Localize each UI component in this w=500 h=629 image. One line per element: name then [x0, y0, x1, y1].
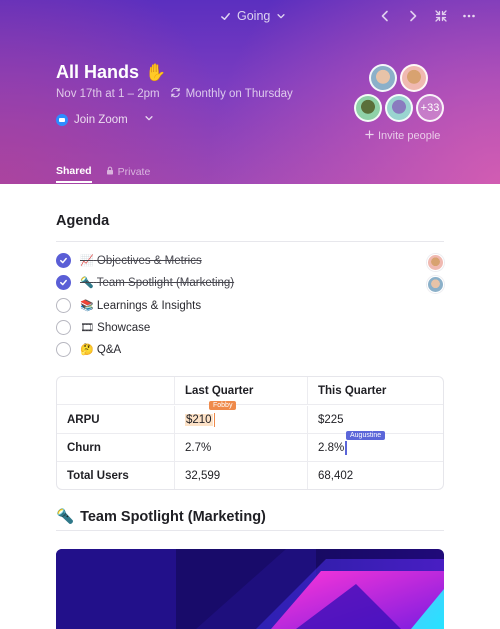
agenda-heading: Agenda	[56, 213, 110, 229]
table-cell[interactable]: Total Users	[57, 462, 175, 489]
spotlight-heading-text: Team Spotlight (Marketing)	[80, 508, 266, 525]
event-header: Going All Hands ✋ Nov 17th at 1 – 2pm Mo…	[0, 0, 500, 184]
attendee-avatar[interactable]	[369, 64, 397, 92]
table-cell[interactable]: 32,599	[175, 462, 308, 489]
recurrence-label: Monthly on Thursday	[185, 88, 293, 100]
table-cell[interactable]: $210 Fobby	[175, 401, 308, 433]
list-item: 📚 Learnings & Insights	[56, 298, 201, 313]
list-item: 🔦 Team Spotlight (Marketing)	[56, 275, 234, 290]
agenda-item-text: Q&A	[96, 344, 122, 356]
zoom-icon	[56, 113, 68, 126]
chevron-right-icon[interactable]	[406, 9, 420, 23]
thinking-emoji: 🤔	[80, 344, 94, 356]
table-cell[interactable]: 2.8% Augustine	[308, 431, 443, 461]
divider	[56, 241, 444, 242]
check-icon	[220, 11, 231, 22]
cell-value: $210	[185, 413, 213, 426]
agenda-item-text: Team Spotlight (Marketing)	[96, 277, 235, 289]
raised-hand-emoji: ✋	[145, 62, 167, 82]
recurrence[interactable]: Monthly on Thursday	[170, 87, 293, 101]
agenda-item-text: Learnings & Insights	[96, 300, 202, 312]
repeat-icon	[170, 87, 181, 101]
flashlight-emoji: 🔦	[56, 509, 75, 525]
checkbox[interactable]	[56, 253, 71, 268]
text-cursor	[213, 412, 216, 427]
metrics-table: Last Quarter This Quarter ARPU $210 Fobb…	[56, 376, 444, 490]
list-item: 📈 Objectives & Metrics	[56, 253, 202, 268]
attendee-avatar[interactable]	[354, 94, 382, 122]
assignee-avatar[interactable]	[427, 254, 444, 271]
attendee-avatar[interactable]	[400, 64, 428, 92]
table-cell[interactable]: $225	[308, 406, 443, 433]
table-row: Churn 2.7% 2.8% Augustine	[57, 431, 443, 462]
flashlight-emoji: 🔦	[80, 277, 94, 289]
list-item: 🤔 Q&A	[56, 342, 121, 357]
event-datetime: Nov 17th at 1 – 2pm	[56, 88, 160, 100]
plus-icon	[365, 130, 374, 142]
event-title: All Hands	[56, 62, 140, 82]
invite-people-button[interactable]: Invite people	[365, 130, 440, 142]
collapse-icon[interactable]	[434, 9, 448, 23]
agenda-item-text: Showcase	[97, 322, 151, 334]
cell-value: 2.8%	[318, 441, 345, 454]
table-header-cell[interactable]: Last Quarter	[175, 377, 308, 404]
agenda-item-label: 🎞 Showcase	[80, 321, 150, 334]
tab-shared[interactable]: Shared	[56, 161, 92, 183]
chevron-left-icon[interactable]	[378, 9, 392, 23]
top-bar: Going	[0, 0, 500, 34]
assignee-avatar[interactable]	[427, 276, 444, 293]
collaborator-cursor-label: Fobby	[209, 401, 237, 410]
notes-tabs: Shared Private	[56, 161, 150, 183]
collaborator-cursor-label: Augustine	[346, 431, 386, 440]
rsvp-status-label: Going	[237, 9, 271, 23]
agenda-item-label: 📈 Objectives & Metrics	[80, 254, 202, 267]
attendee-avatar[interactable]	[385, 94, 413, 122]
table-cell[interactable]: 2.7%	[175, 434, 308, 461]
checkbox[interactable]	[56, 342, 71, 357]
abstract-gradient-art	[56, 549, 444, 629]
event-title-row: All Hands ✋	[56, 62, 166, 83]
tab-label: Private	[117, 166, 151, 178]
checkbox[interactable]	[56, 320, 71, 335]
table-row: Total Users 32,599 68,402	[57, 462, 443, 489]
agenda-item-label: 📚 Learnings & Insights	[80, 299, 201, 312]
event-meta: Nov 17th at 1 – 2pm Monthly on Thursday	[56, 87, 293, 101]
spotlight-banner-image	[56, 549, 444, 629]
table-header-cell[interactable]	[57, 377, 175, 404]
table-cell[interactable]: ARPU	[57, 406, 175, 433]
spotlight-heading: 🔦 Team Spotlight (Marketing)	[56, 508, 266, 526]
window-controls	[378, 9, 476, 23]
table-cell[interactable]: 68,402	[308, 462, 443, 489]
rsvp-status-dropdown[interactable]: Going	[220, 9, 286, 23]
chevron-down-icon[interactable]	[144, 113, 154, 126]
join-zoom-button[interactable]: Join Zoom	[56, 113, 154, 126]
table-header-row: Last Quarter This Quarter	[57, 377, 443, 405]
table-cell[interactable]: Churn	[57, 434, 175, 461]
chevron-down-icon	[276, 11, 286, 21]
invite-people-label: Invite people	[378, 130, 441, 142]
books-emoji: 📚	[80, 300, 94, 312]
film-emoji: 🎞	[80, 322, 94, 334]
agenda-item-text: Objectives & Metrics	[96, 255, 202, 267]
lock-icon	[106, 166, 114, 178]
checkbox[interactable]	[56, 298, 71, 313]
agenda-item-label: 🔦 Team Spotlight (Marketing)	[80, 276, 234, 289]
more-options-icon[interactable]	[462, 9, 476, 23]
tab-label: Shared	[56, 165, 92, 177]
checkbox[interactable]	[56, 275, 71, 290]
tab-private[interactable]: Private	[106, 161, 151, 183]
text-cursor	[345, 440, 347, 455]
list-item: 🎞 Showcase	[56, 320, 150, 335]
more-attendees-badge[interactable]: +33	[416, 94, 444, 122]
join-zoom-label: Join Zoom	[74, 113, 128, 126]
chart-emoji: 📈	[80, 255, 94, 267]
table-row: ARPU $210 Fobby $225	[57, 401, 443, 434]
table-header-cell[interactable]: This Quarter	[308, 377, 443, 404]
agenda-item-label: 🤔 Q&A	[80, 343, 121, 356]
divider	[56, 530, 444, 531]
